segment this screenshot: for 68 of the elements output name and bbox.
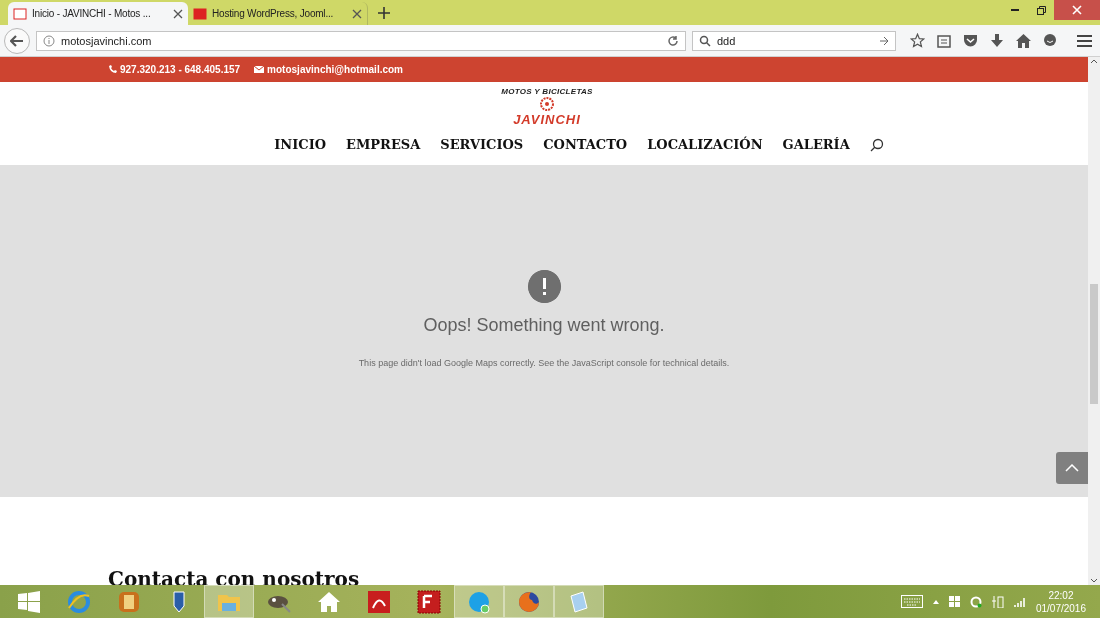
scroll-top-button[interactable] xyxy=(1056,452,1088,484)
search-value: ddd xyxy=(717,34,737,47)
search-field[interactable]: ddd xyxy=(692,30,896,51)
home-icon xyxy=(317,589,341,614)
caret-up-icon xyxy=(932,599,939,604)
signal-icon xyxy=(1013,596,1026,607)
envelope-icon xyxy=(254,66,265,73)
notepad-icon xyxy=(567,589,591,614)
sync-icon xyxy=(969,595,982,608)
clipboard-icon xyxy=(937,33,951,48)
close-icon xyxy=(1072,5,1082,15)
error-message: This page didn't load Google Maps correctly. See the JavaScript console for technical details. xyxy=(358,358,730,368)
minimize-icon xyxy=(1011,9,1019,11)
tab-title: Inicio - JAVINCHI - Motos ... xyxy=(32,8,152,19)
favicon-icon xyxy=(13,7,27,20)
nav-link[interactable]: EMPRESA xyxy=(346,137,421,152)
windows-logo-icon xyxy=(18,590,40,613)
pocket-icon xyxy=(963,33,978,48)
clock-time: 22:02 xyxy=(1048,588,1074,602)
taskbar-app[interactable] xyxy=(504,585,554,618)
chat-icon xyxy=(467,589,491,614)
reload-icon xyxy=(667,34,679,47)
plus-icon xyxy=(378,7,390,19)
email-address: motosjavinchi@hotmail.com xyxy=(267,64,403,75)
address-bar[interactable]: motosjavinchi.com xyxy=(36,30,686,51)
close-icon xyxy=(173,8,183,19)
chevron-down-icon xyxy=(1090,578,1098,583)
favicon-icon xyxy=(193,7,207,20)
clock-date: 01/07/2016 xyxy=(1035,601,1086,615)
back-arrow-icon xyxy=(10,34,24,47)
menu-icon xyxy=(1077,34,1092,47)
app-icon xyxy=(417,589,441,614)
nav-link[interactable]: LOCALIZACIÓN xyxy=(647,137,763,152)
search-icon xyxy=(869,137,884,152)
nav-link[interactable]: INICIO xyxy=(274,137,327,152)
browser-tab[interactable]: Inicio - JAVINCHI - Motos ... xyxy=(8,2,188,25)
nav-link[interactable]: GALERÍA xyxy=(782,137,850,152)
globe-icon xyxy=(67,589,91,614)
home-icon xyxy=(1016,33,1031,48)
nav-link[interactable]: CONTACTO xyxy=(543,137,628,152)
keyboard-icon xyxy=(900,595,923,608)
restore-icon xyxy=(1036,5,1046,15)
windows-logo-icon xyxy=(948,596,960,607)
tab-title: Hosting WordPress, Jooml... xyxy=(212,8,335,19)
document-icon xyxy=(367,589,391,614)
info-icon xyxy=(43,34,55,47)
url-text: motosjavinchi.com xyxy=(61,34,153,47)
browser-icon xyxy=(517,589,541,614)
search-icon xyxy=(699,34,711,47)
logo-tagline: MOTOS Y BICICLETAS xyxy=(501,87,593,96)
archive-icon xyxy=(117,589,141,614)
gear-icon xyxy=(539,96,555,112)
scrollbar[interactable] xyxy=(1088,57,1100,585)
warning-icon xyxy=(527,270,561,303)
chevron-up-icon xyxy=(1065,464,1079,472)
phone-icon xyxy=(108,65,117,74)
chat-icon xyxy=(1043,33,1057,48)
download-icon xyxy=(990,33,1004,48)
scrollbar-thumb[interactable] xyxy=(1090,284,1098,404)
arrow-right-icon xyxy=(879,35,889,46)
back-button[interactable] xyxy=(4,27,30,54)
logo-name: JAVINCHI xyxy=(513,112,581,127)
star-icon xyxy=(910,33,925,48)
nav-link[interactable]: SERVICIOS xyxy=(440,137,524,152)
error-title: Oops! Something went wrong. xyxy=(423,315,665,336)
phone-numbers: 927.320.213 - 648.405.157 xyxy=(120,64,241,75)
chevron-up-icon xyxy=(1090,59,1098,64)
close-icon xyxy=(352,8,362,19)
